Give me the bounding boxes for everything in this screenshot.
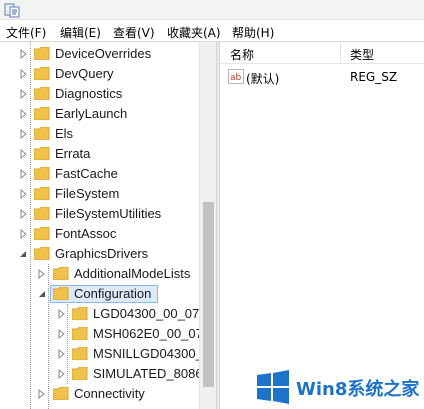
tree-item-label: DevQuery [55,66,114,81]
expand-arrow-icon[interactable] [20,169,28,179]
menu-view[interactable]: 查看(V) [113,24,155,41]
expand-arrow-icon[interactable] [20,129,28,139]
expand-arrow-icon[interactable] [20,109,28,119]
folder-icon [34,67,50,80]
expand-arrow-icon[interactable] [20,69,28,79]
menu-file[interactable]: 文件(F) [6,24,46,41]
value-row-default[interactable]: ab (默认) REG_SZ [220,66,424,88]
list-header: 名称 类型 [220,42,424,64]
expand-arrow-icon[interactable] [20,209,28,219]
tree-item-label: Configuration [74,286,152,301]
tree-item-errata[interactable]: Errata [0,144,199,164]
expand-arrow-icon[interactable] [38,389,46,399]
menu-help[interactable]: 帮助(H) [232,24,274,41]
tree-item-label: MSNILLGD04300_0 [93,346,211,361]
win8-watermark: Win8系统之家 [252,366,424,409]
tree-item-els[interactable]: Els [0,124,199,144]
tree-item-label: AdditionalModeLists [74,266,191,281]
folder-icon [53,267,69,280]
expand-arrow-icon[interactable] [58,329,66,339]
expand-arrow-icon[interactable] [38,269,46,279]
svg-text:ab: ab [230,73,242,83]
folder-icon [34,227,50,240]
expand-arrow-icon[interactable] [20,149,28,159]
tree-item-lgd04300[interactable]: LGD04300_00_07D [0,304,209,324]
tree-item-label: LGD04300_00_07D [93,306,209,321]
folder-icon [34,47,50,60]
expand-arrow-icon[interactable] [20,189,28,199]
tree-item-filesystem[interactable]: FileSystem [0,184,199,204]
tree-item-diagnostics[interactable]: Diagnostics [0,84,199,104]
expand-arrow-icon[interactable] [20,229,28,239]
folder-icon [34,167,50,180]
expand-arrow-icon[interactable] [58,349,66,359]
expand-arrow-icon[interactable] [58,309,66,319]
tree-item-label: FastCache [55,166,118,181]
tree-item-label: FileSystem [55,186,120,201]
menu-bar: 文件(F) 编辑(E) 查看(V) 收藏夹(A) 帮助(H) [0,20,424,42]
folder-icon [34,87,50,100]
tree-item-earlylaunch[interactable]: EarlyLaunch [0,104,199,124]
tree-item-label: Els [55,126,74,141]
folder-icon [34,187,50,200]
tree-item-filesystemutilities[interactable]: FileSystemUtilities [0,204,199,224]
collapse-arrow-icon[interactable] [38,289,46,299]
expand-arrow-icon[interactable] [20,49,28,59]
tree-item-label: MSH062E0_00_07D [93,326,213,341]
tree-item-label: Errata [55,146,91,161]
tree-item-label: Connectivity [74,386,145,401]
value-name: (默认) [246,72,280,86]
scrollbar-thumb[interactable] [203,202,214,387]
tree-item-fontassoc[interactable]: FontAssoc [0,224,199,244]
tree-item-label: DeviceOverrides [55,46,152,61]
tree-item-connectivity[interactable]: Connectivity [0,384,199,404]
title-bar [0,0,424,20]
collapse-arrow-icon[interactable] [19,249,27,259]
registry-values-list[interactable]: 名称 类型 ab (默认) REG_SZ [220,42,424,409]
tree-item-label: SIMULATED_8086_ [93,366,210,381]
tree-item-label: FontAssoc [55,226,117,241]
tree-item-msnillgd04300[interactable]: MSNILLGD04300_0 [0,344,210,364]
folder-icon [72,367,88,380]
folder-icon [53,387,69,400]
tree-scrollbar[interactable] [199,42,216,409]
tree-item-label: Diagnostics [55,86,123,101]
tree-item-deviceoverrides[interactable]: DeviceOverrides [0,44,199,64]
windows-logo-icon [257,370,289,404]
watermark-text: Win8系统之家 [296,379,420,400]
registry-key-tree[interactable]: DeviceOverrides DevQuery Diagnostics Ear… [0,42,216,409]
folder-icon [34,127,50,140]
column-divider[interactable] [340,42,341,64]
folder-icon [72,347,88,360]
folder-icon [34,107,50,120]
column-header-type[interactable]: 类型 [350,46,374,63]
expand-arrow-icon[interactable] [20,89,28,99]
tree-item-label: FileSystemUtilities [55,206,162,221]
folder-open-icon [34,247,50,260]
folder-icon [72,307,88,320]
folder-icon [72,327,88,340]
menu-favorites[interactable]: 收藏夹(A) [167,24,221,41]
tree-item-fastcache[interactable]: FastCache [0,164,199,184]
tree-item-msh062e0[interactable]: MSH062E0_00_07D [0,324,212,344]
tree-item-additionalmodelists[interactable]: AdditionalModeLists [0,264,199,284]
value-type: REG_SZ [350,70,398,84]
expand-arrow-icon[interactable] [58,369,66,379]
folder-open-icon [53,287,69,300]
folder-icon [34,147,50,160]
column-header-name[interactable]: 名称 [230,46,254,63]
tree-item-devquery[interactable]: DevQuery [0,64,199,84]
tree-item-configuration[interactable]: Configuration [0,284,199,304]
menu-edit[interactable]: 编辑(E) [60,24,101,41]
tree-item-graphicsdrivers[interactable]: GraphicsDrivers [0,244,199,264]
tree-item-simulated-8086[interactable]: SIMULATED_8086_ [0,364,210,384]
tree-item-label: EarlyLaunch [55,106,128,121]
regedit-app-icon[interactable] [4,2,20,18]
folder-icon [34,207,50,220]
string-value-icon: ab [228,69,244,84]
tree-item-label: GraphicsDrivers [55,246,149,261]
